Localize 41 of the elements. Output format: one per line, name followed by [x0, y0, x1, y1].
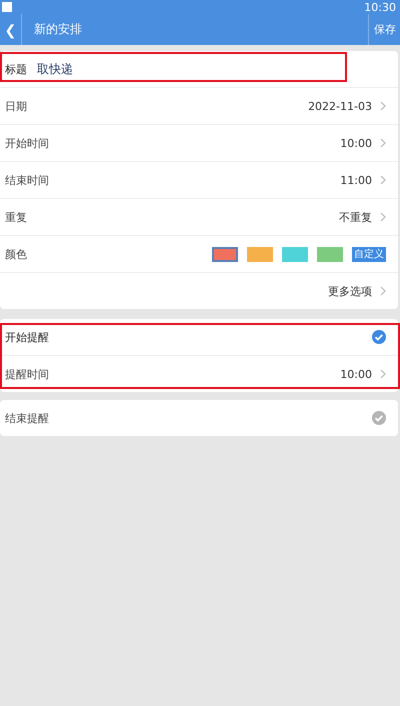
field-value: 11:00 — [340, 174, 372, 186]
color-swatch[interactable] — [282, 246, 308, 262]
color-swatch[interactable] — [247, 246, 273, 262]
chevron-icon — [380, 286, 386, 296]
field-value: 2022-11-03 — [308, 100, 372, 112]
reminder-row[interactable]: 开始提醒 — [0, 319, 398, 355]
field-label: 提醒时间 — [5, 366, 50, 382]
field-value: 10:00 — [340, 368, 372, 380]
field-label: 标题 — [5, 62, 27, 76]
color-swatch[interactable] — [317, 246, 343, 262]
chevron-icon — [380, 101, 386, 111]
field-label: 开始时间 — [5, 136, 50, 150]
setting-row[interactable]: 日期 2022-11-03 — [0, 87, 398, 124]
field-value: 不重复 — [339, 210, 372, 224]
chevron-icon — [380, 369, 386, 379]
setting-row[interactable]: 结束时间 11:00 — [0, 161, 398, 198]
page-title: 新的安排 — [33, 21, 83, 38]
chevron-icon — [380, 138, 386, 148]
field-label: 结束提醒 — [5, 410, 50, 426]
chevron-icon — [380, 175, 386, 185]
field-label: 日期 — [5, 98, 28, 114]
field-label: 开始提醒 — [5, 330, 50, 344]
notification-icon — [2, 2, 12, 12]
field-value: 10:00 — [340, 136, 372, 150]
field-label: 重复 — [5, 210, 28, 224]
color-swatch[interactable] — [212, 246, 238, 262]
setting-row[interactable]: 提醒时间 10:00 — [0, 355, 398, 392]
check-icon[interactable] — [372, 411, 386, 425]
check-icon[interactable] — [372, 330, 386, 344]
chevron-icon — [380, 212, 386, 222]
setting-row[interactable]: 重复 不重复 — [0, 198, 398, 235]
more-options-row[interactable]: 更多选项 — [0, 272, 398, 309]
custom-color-button[interactable]: 自定义 — [352, 246, 386, 262]
reminder-row[interactable]: 结束提醒 — [0, 400, 398, 436]
status-time: 10:30 — [364, 0, 396, 14]
more-options-link: 更多选项 — [328, 284, 372, 298]
field-label: 结束时间 — [5, 172, 50, 188]
field-label: 颜色 — [5, 246, 28, 262]
title-row[interactable]: 标题 取快递 — [0, 51, 398, 87]
title-value: 取快递 — [37, 60, 74, 78]
setting-row[interactable]: 开始时间 10:00 — [0, 124, 398, 161]
